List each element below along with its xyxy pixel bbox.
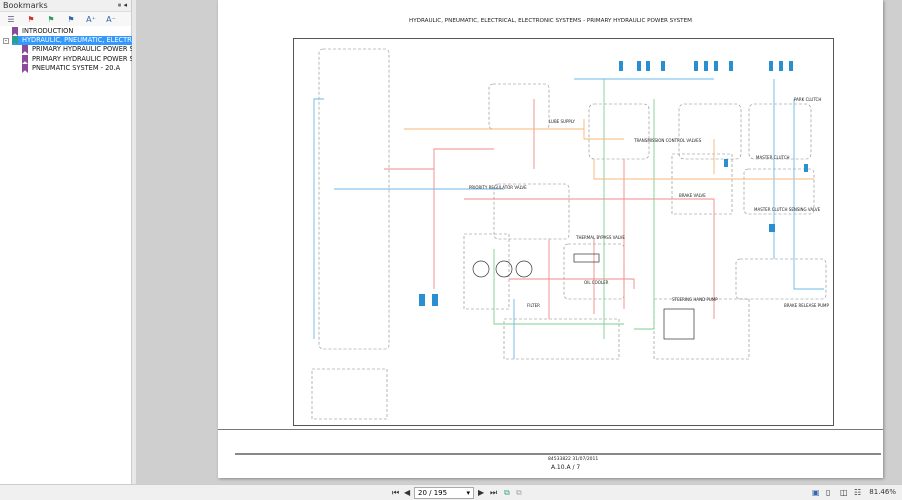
single-page-icon[interactable]: ▣	[812, 488, 820, 497]
font-decrease-icon[interactable]: A⁻	[106, 15, 116, 24]
bookmark-primary-hydraulic-2[interactable]: PRIMARY HYDRAULIC POWER SYSTEM	[22, 55, 132, 64]
label-thermal-bypass: THERMAL BYPASS VALVE	[575, 235, 625, 240]
label-park-clutch: PARK CLUTCH	[794, 97, 821, 102]
first-page-icon[interactable]: ⏮	[392, 488, 399, 498]
page-number-value: 20 / 195	[418, 489, 448, 497]
document-number: 84533822 31/07/2011	[548, 457, 599, 462]
continuous-facing-icon[interactable]: ☷	[854, 488, 861, 497]
bookmark-primary-hydraulic-1[interactable]: PRIMARY HYDRAULIC POWER SYSTEM	[22, 45, 132, 54]
hydraulic-schematic: THERMAL BYPASS VALVE OIL COOLER FILTER P…	[293, 38, 834, 426]
next-page-icon[interactable]: ▶	[478, 488, 484, 497]
footer-rule-2	[235, 453, 881, 455]
bookmark-icon	[22, 45, 28, 54]
bookmark-props-icon[interactable]: ⚑	[66, 15, 76, 24]
last-page-icon[interactable]: ⏭	[490, 488, 497, 498]
label-priority-valve: PRIORITY REGULATOR VALVE	[469, 185, 527, 190]
bookmark-delete-icon[interactable]: ⚑	[26, 15, 36, 24]
prev-page-icon[interactable]: ◀	[404, 488, 410, 497]
bookmark-label: PNEUMATIC SYSTEM - 20.A	[32, 64, 121, 72]
label-sensing-valve: MASTER CLUTCH SENSING VALVE	[754, 207, 821, 212]
bookmark-label: PRIMARY HYDRAULIC POWER SYSTEM	[32, 45, 132, 53]
collapse-toggle[interactable]: -	[3, 38, 9, 44]
bookmarks-panel: Bookmarks ⏸ ◂ ☰ ⚑ ⚑ ⚑ A⁺ A⁻ INTRODUCTION …	[0, 0, 132, 484]
bookmark-label: HYDRAULIC, PNEUMATIC, ELECTRICAL, ELECTR…	[22, 36, 132, 44]
continuous-icon[interactable]: ▯	[826, 488, 830, 497]
bookmark-icon	[22, 55, 28, 64]
bookmark-label: PRIMARY HYDRAULIC POWER SYSTEM	[32, 55, 132, 63]
bookmark-icon	[22, 64, 28, 73]
schematic-drawing: THERMAL BYPASS VALVE OIL COOLER FILTER P…	[311, 48, 829, 420]
label-lube-supply: LUBE SUPPLY	[549, 119, 575, 124]
prev-view-icon[interactable]: ⧉	[504, 488, 510, 498]
label-brake-valve: BRAKE VALVE	[679, 193, 706, 198]
bookmark-label: INTRODUCTION	[22, 27, 74, 35]
font-increase-icon[interactable]: A⁺	[86, 15, 96, 24]
page-title: HYDRAULIC, PNEUMATIC, ELECTRICAL, ELECTR…	[409, 18, 692, 24]
document-viewer[interactable]: HYDRAULIC, PNEUMATIC, ELECTRICAL, ELECTR…	[136, 0, 902, 484]
bookmarks-header: Bookmarks ⏸ ◂	[0, 0, 131, 12]
bookmark-icon	[12, 36, 18, 45]
expand-icon[interactable]: ☰	[6, 15, 16, 24]
dropdown-icon[interactable]: ▾	[466, 489, 470, 497]
bookmark-icon	[12, 27, 18, 36]
next-view-icon[interactable]: ⧉	[516, 488, 522, 498]
label-steering-pump: STEERING HAND PUMP	[672, 297, 718, 302]
bookmark-pneumatic[interactable]: PNEUMATIC SYSTEM - 20.A	[22, 64, 132, 73]
bookmark-add-icon[interactable]: ⚑	[46, 15, 56, 24]
zoom-level[interactable]: 81.46%	[869, 488, 896, 496]
facing-icon[interactable]: ◫	[840, 488, 848, 497]
bookmark-hydraulic-systems[interactable]: HYDRAULIC, PNEUMATIC, ELECTRICAL, ELECTR…	[12, 36, 132, 45]
pdf-page: HYDRAULIC, PNEUMATIC, ELECTRICAL, ELECTR…	[218, 0, 883, 478]
label-master-clutch: MASTER CLUTCH	[756, 155, 790, 160]
panel-controls-icon[interactable]: ⏸ ◂	[118, 1, 127, 10]
page-reference: A.10.A / 7	[551, 464, 581, 471]
label-brake-release: BRAKE RELEASE PUMP	[784, 303, 829, 308]
label-transmission-valves: TRANSMISSION CONTROL VALVES	[633, 138, 702, 143]
bookmark-introduction[interactable]: INTRODUCTION	[12, 27, 73, 36]
page-number-input[interactable]: 20 / 195 ▾	[414, 487, 474, 499]
footer-rule	[218, 429, 883, 430]
label-oil-cooler: OIL COOLER	[584, 280, 609, 285]
bookmarks-toolbar: ☰ ⚑ ⚑ ⚑ A⁺ A⁻	[0, 12, 131, 26]
bottom-toolbar: ⏮ ◀ 20 / 195 ▾ ▶ ⏭ ⧉ ⧉ ▣ ▯ ◫ ☷ 81.46%	[0, 484, 902, 500]
label-filter: FILTER	[527, 303, 540, 308]
bookmarks-title: Bookmarks	[3, 1, 48, 10]
